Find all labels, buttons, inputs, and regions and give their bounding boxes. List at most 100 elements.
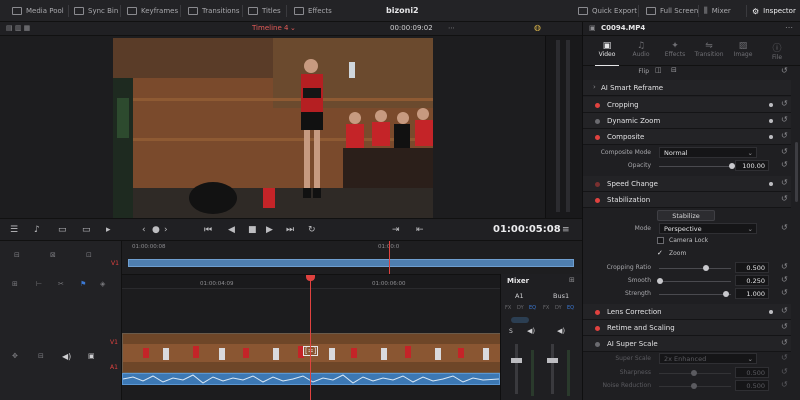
main-playhead[interactable] [310, 275, 311, 400]
marker-icon[interactable]: ◈ [100, 280, 105, 288]
flip-horizontal-icon[interactable]: ◫ [655, 66, 662, 74]
tool-select-icon[interactable]: ⊞ [12, 280, 18, 288]
reset-icon[interactable]: ↺ [781, 147, 788, 156]
keyframe-dot[interactable] [769, 310, 773, 314]
settings-sliders-icon[interactable]: ☰ [10, 225, 18, 235]
voiceover-icon[interactable]: ♪ [34, 225, 40, 235]
sharpness-knob[interactable] [691, 370, 697, 376]
cropping-ratio-knob[interactable] [703, 265, 709, 271]
audio-clip[interactable] [122, 373, 500, 385]
zoom-checkbox[interactable]: ✓ [657, 249, 663, 257]
enable-toggle[interactable] [595, 103, 600, 108]
prev-frame-icon[interactable]: ‹ [142, 225, 146, 235]
sync-bin-button[interactable]: Sync Bin [74, 0, 118, 22]
keyframe-dot[interactable] [769, 119, 773, 123]
reset-icon[interactable]: ↺ [781, 353, 788, 362]
flag-icon[interactable]: ⚑ [80, 280, 86, 288]
section-dynamic-zoom[interactable]: Dynamic Zoom ↺ [583, 113, 791, 129]
noise-reduction-knob[interactable] [691, 383, 697, 389]
link-icon[interactable]: ⊠ [50, 251, 56, 259]
full-screen-button[interactable]: Full Screen [646, 0, 698, 22]
section-composite[interactable]: Composite ↺ [583, 129, 791, 145]
reset-icon[interactable]: ↺ [781, 194, 788, 203]
scissors-icon[interactable]: ✂ [58, 280, 64, 288]
tab-transition[interactable]: ⇋ Transition [691, 36, 727, 66]
fader-track[interactable] [515, 344, 518, 394]
tab-image[interactable]: ▨ Image [725, 36, 761, 66]
enable-toggle[interactable] [595, 198, 600, 203]
enable-toggle[interactable] [595, 119, 600, 124]
tab-effects[interactable]: ✦ Effects [657, 36, 693, 66]
mini-clip[interactable] [128, 259, 574, 267]
mixer-button[interactable]: ⫼ Mixer [704, 0, 731, 22]
reset-icon[interactable]: ↺ [781, 322, 788, 331]
dy-button[interactable]: DY [555, 305, 562, 311]
enable-toggle[interactable] [595, 135, 600, 140]
section-lens-correction[interactable]: Lens Correction ↺ [583, 304, 791, 320]
speaker-icon[interactable]: ◀) [557, 327, 565, 335]
section-stabilization[interactable]: Stabilization ↺ [583, 192, 791, 208]
mute-button[interactable]: S [509, 328, 513, 335]
effects-button[interactable]: Effects [294, 0, 332, 22]
keyframe-dot[interactable] [769, 103, 773, 107]
jog-dot-icon[interactable]: ● [152, 225, 160, 235]
play-reverse-icon[interactable]: ◀ [228, 225, 235, 235]
dy-button[interactable]: DY [517, 305, 524, 311]
media-pool-button[interactable]: Media Pool [12, 0, 64, 22]
opacity-field[interactable]: 100.00 [735, 160, 769, 171]
eq-button[interactable]: EQ [529, 305, 536, 311]
add-icon[interactable]: ⊞ [569, 276, 575, 284]
enable-toggle[interactable] [595, 342, 600, 347]
chevron-down-icon[interactable]: ⌄ [290, 24, 296, 32]
play-icon[interactable]: ▶ [266, 225, 273, 235]
reset-icon[interactable]: ↺ [781, 223, 788, 232]
reset-icon[interactable]: ↺ [781, 115, 788, 124]
composite-mode-select[interactable]: Normal ⌄ [659, 147, 757, 158]
reset-icon[interactable]: ↺ [781, 306, 788, 315]
strength-knob[interactable] [723, 291, 729, 297]
keyframe-dot[interactable] [769, 182, 773, 186]
pan-indicator[interactable] [511, 317, 529, 323]
more-options-icon[interactable]: ⋯ [785, 23, 793, 32]
fx-button[interactable]: FX [505, 305, 511, 311]
stop-icon[interactable]: ■ [248, 225, 257, 235]
smooth-slider[interactable] [659, 281, 731, 282]
reset-icon[interactable]: ↺ [781, 131, 788, 140]
snap-icon[interactable]: ⊡ [86, 251, 92, 259]
inspector-scrollbar[interactable] [795, 142, 798, 202]
strength-slider[interactable] [659, 294, 731, 295]
reset-icon[interactable]: ↺ [781, 66, 788, 75]
flip-vertical-icon[interactable]: ⊟ [671, 66, 677, 74]
eq-button[interactable]: EQ [567, 305, 574, 311]
reset-icon[interactable]: ↺ [781, 275, 788, 284]
tool-trim-icon[interactable]: ⊢ [36, 280, 42, 288]
speaker-icon[interactable]: ◀) [527, 327, 535, 335]
sharpness-field[interactable]: 0.500 [735, 367, 769, 378]
smooth-field[interactable]: 0.250 [735, 275, 769, 286]
section-cropping[interactable]: Cropping ↺ [583, 97, 791, 113]
skip-to-end-icon[interactable]: ⏭ [286, 225, 294, 235]
fader-knob[interactable] [547, 358, 558, 363]
monitor-icon[interactable]: ▣ [88, 352, 95, 360]
tab-video[interactable]: ▣ Video [589, 36, 625, 66]
options-icon[interactable]: ⋯ [448, 24, 455, 32]
reset-icon[interactable]: ↺ [781, 160, 788, 169]
strength-field[interactable]: 1.000 [735, 288, 769, 299]
timeline-name[interactable]: Timeline 4 [252, 24, 288, 32]
camera-lock-checkbox[interactable] [657, 237, 664, 244]
section-speed-change[interactable]: Speed Change ↺ [583, 176, 791, 192]
clip-icon[interactable]: ▭ [82, 225, 91, 235]
reset-icon[interactable]: ↺ [781, 288, 788, 297]
cropping-ratio-slider[interactable] [659, 268, 731, 269]
smooth-knob[interactable] [657, 278, 663, 284]
subtitle-icon[interactable]: ▭ [58, 225, 67, 235]
loop-icon[interactable]: ↻ [308, 225, 316, 235]
lock-icon[interactable]: ⊟ [14, 251, 20, 259]
section-ai-super-scale[interactable]: AI Super Scale ↺ [583, 336, 791, 352]
fx-button[interactable]: FX [543, 305, 549, 311]
track-lock-icon[interactable]: ⊟ [38, 352, 44, 360]
noise-reduction-field[interactable]: 0.500 [735, 380, 769, 391]
enable-toggle[interactable] [595, 310, 600, 315]
mini-playhead[interactable] [389, 241, 390, 275]
fader-knob[interactable] [511, 358, 522, 363]
